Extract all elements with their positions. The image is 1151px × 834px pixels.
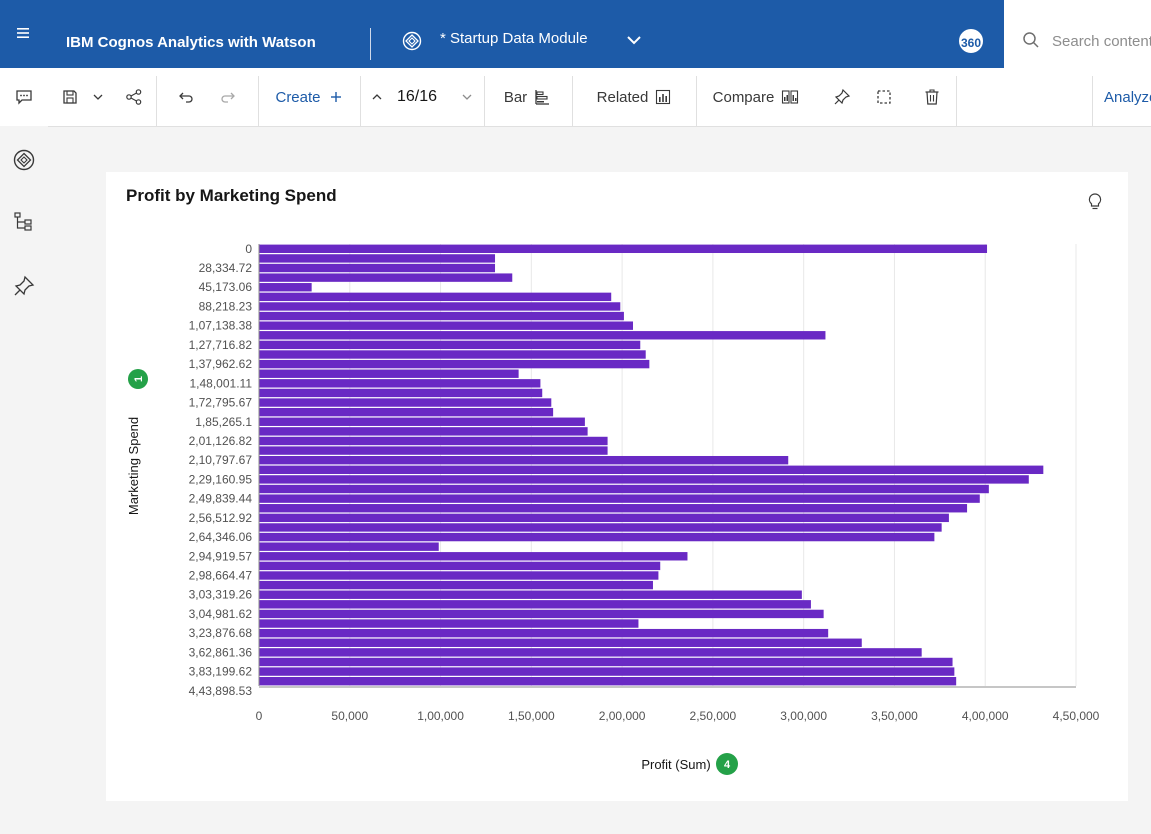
bar[interactable] bbox=[259, 628, 829, 638]
y-tick-label: 2,98,664.47 bbox=[189, 569, 253, 583]
bar[interactable] bbox=[259, 523, 942, 532]
bar[interactable] bbox=[259, 542, 439, 551]
bar[interactable] bbox=[259, 552, 688, 561]
bar[interactable] bbox=[259, 475, 1029, 484]
bar[interactable] bbox=[259, 359, 650, 369]
bar[interactable] bbox=[259, 350, 646, 359]
x-tick-label: 2,00,000 bbox=[599, 709, 646, 723]
x-tick-label: 2,50,000 bbox=[690, 709, 737, 723]
y-tick-label: 1,07,138.38 bbox=[189, 319, 253, 333]
x-tick-label: 0 bbox=[256, 709, 263, 723]
x-tick-label: 1,00,000 bbox=[417, 709, 464, 723]
bar[interactable] bbox=[259, 619, 639, 628]
bar[interactable] bbox=[259, 436, 608, 446]
bar[interactable] bbox=[259, 379, 541, 388]
bar-chart: 0 50,000 1,00,000 1,50,000 2,00,000 2,50,000 3… bbox=[126, 242, 1100, 775]
bar[interactable] bbox=[259, 561, 661, 571]
bar[interactable] bbox=[259, 609, 824, 619]
bar[interactable] bbox=[259, 667, 955, 676]
bar[interactable] bbox=[259, 571, 659, 580]
bar[interactable] bbox=[259, 273, 513, 282]
bar[interactable] bbox=[259, 417, 585, 426]
bar[interactable] bbox=[259, 427, 588, 436]
bar[interactable] bbox=[259, 263, 496, 273]
bar[interactable] bbox=[259, 388, 543, 398]
bar[interactable] bbox=[259, 465, 1044, 475]
bar[interactable] bbox=[259, 254, 496, 263]
y-tick-label: 3,03,319.26 bbox=[189, 588, 253, 602]
y-tick-label: 1,27,716.82 bbox=[189, 338, 253, 352]
y-tick-label: 2,01,126.82 bbox=[189, 434, 253, 448]
bar[interactable] bbox=[259, 532, 935, 542]
x-tick-label: 4,50,000 bbox=[1053, 709, 1100, 723]
bar[interactable] bbox=[259, 648, 922, 657]
y-tick-label: 1,72,795.67 bbox=[189, 396, 253, 410]
x-axis-badge-count: 4 bbox=[724, 759, 731, 771]
y-axis-title: Marketing Spend bbox=[126, 417, 141, 515]
bar[interactable] bbox=[259, 398, 552, 407]
bar[interactable] bbox=[259, 283, 312, 292]
bar[interactable] bbox=[259, 504, 968, 513]
bar[interactable] bbox=[259, 321, 634, 330]
bar[interactable] bbox=[259, 513, 949, 523]
bar[interactable] bbox=[259, 340, 641, 350]
bar[interactable] bbox=[259, 600, 811, 609]
y-tick-label: 2,10,797.67 bbox=[189, 453, 253, 467]
y-tick-label: 2,64,346.06 bbox=[189, 530, 253, 544]
bar[interactable] bbox=[259, 292, 612, 302]
y-tick-label: 1,48,001.11 bbox=[189, 376, 252, 390]
bar[interactable] bbox=[259, 369, 519, 378]
bar[interactable] bbox=[259, 638, 862, 647]
y-tick-label: 2,49,839.44 bbox=[189, 492, 253, 506]
x-tick-label: 3,00,000 bbox=[780, 709, 827, 723]
bar[interactable] bbox=[259, 331, 826, 340]
bar[interactable] bbox=[259, 676, 957, 686]
y-tick-label: 0 bbox=[245, 242, 252, 256]
bar[interactable] bbox=[259, 580, 653, 590]
y-tick-label: 3,04,981.62 bbox=[189, 607, 253, 621]
bar[interactable] bbox=[259, 407, 554, 417]
bar[interactable] bbox=[259, 311, 624, 321]
y-tick-label: 88,218.23 bbox=[199, 299, 253, 313]
y-tick-label: 2,29,160.95 bbox=[189, 472, 253, 486]
y-tick-label: 3,83,199.62 bbox=[189, 665, 253, 679]
x-tick-label: 1,50,000 bbox=[508, 709, 555, 723]
bar[interactable] bbox=[259, 446, 608, 455]
y-axis-badge-count: 1 bbox=[133, 376, 145, 382]
y-tick-label: 3,23,876.68 bbox=[189, 626, 253, 640]
bar[interactable] bbox=[259, 590, 802, 599]
bar[interactable] bbox=[259, 302, 621, 311]
x-axis-title: Profit (Sum) bbox=[641, 757, 710, 772]
y-tick-label: 1,37,962.62 bbox=[189, 357, 253, 371]
y-tick-label: 28,334.72 bbox=[199, 261, 253, 275]
y-tick-label: 4,43,898.53 bbox=[189, 684, 253, 698]
bar[interactable] bbox=[259, 657, 953, 667]
x-tick-label: 3,50,000 bbox=[871, 709, 918, 723]
y-tick-label: 45,173.06 bbox=[199, 280, 253, 294]
bar[interactable] bbox=[259, 494, 980, 503]
bar[interactable] bbox=[259, 455, 789, 465]
y-tick-label: 3,62,861.36 bbox=[189, 645, 253, 659]
x-tick-label: 50,000 bbox=[331, 709, 368, 723]
x-tick-label: 4,00,000 bbox=[962, 709, 1009, 723]
y-tick-label: 1,85,265.1 bbox=[195, 415, 252, 429]
y-tick-label: 2,56,512.92 bbox=[189, 511, 253, 525]
bar[interactable] bbox=[259, 484, 989, 494]
y-tick-label: 2,94,919.57 bbox=[189, 549, 253, 563]
bar[interactable] bbox=[259, 244, 988, 254]
